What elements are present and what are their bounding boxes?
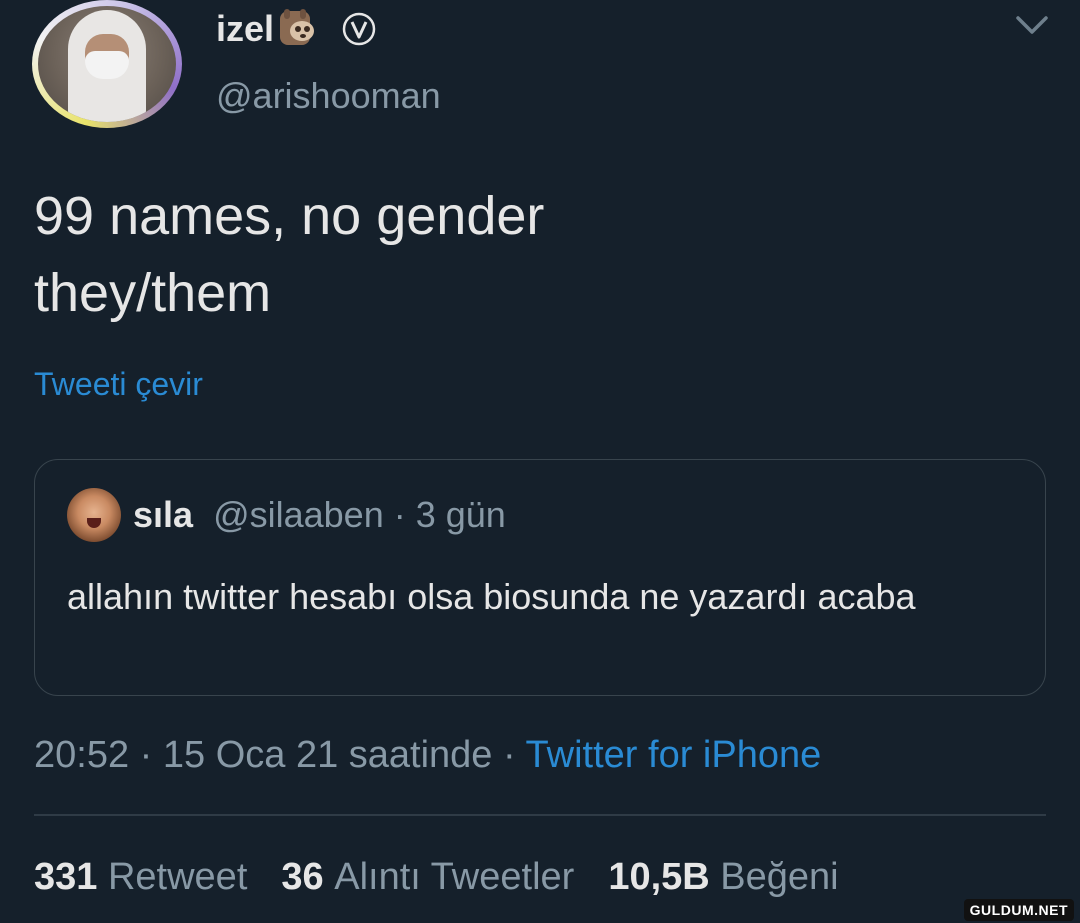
avatar-mask [85, 51, 129, 79]
author-display-name: izel [216, 8, 275, 49]
quote-avatar [67, 488, 121, 542]
quote-tweets-label: Alıntı Tweetler [334, 856, 575, 898]
tweet-line: 99 names, no gender [34, 186, 545, 246]
likes-count: 10,5B [608, 856, 710, 898]
translate-tweet-link[interactable]: Tweeti çevir [34, 366, 203, 403]
retweet-stat[interactable]: 331 Retweet [34, 856, 247, 899]
chevron-down-icon[interactable] [1014, 10, 1050, 40]
tweet-time: 20:52 [34, 734, 130, 776]
tweet-text: 99 names, no gender they/them [34, 178, 544, 332]
author-name-row[interactable]: izel [216, 8, 376, 50]
divider [34, 814, 1046, 816]
likes-stat[interactable]: 10,5B Beğeni [608, 856, 838, 899]
author-handle[interactable]: @arishooman [216, 75, 441, 117]
timestamp-separator: · [129, 734, 163, 776]
likes-label: Beğeni [720, 856, 839, 898]
site-watermark: GULDUM.NET [963, 899, 1074, 921]
tweet-date: 15 Oca 21 saatinde [162, 734, 493, 776]
engagement-stats: 331 Retweet 36 Alıntı Tweetler 10,5B Beğ… [34, 856, 839, 899]
quote-author-handle: @silaaben [213, 494, 384, 535]
quote-text: allahın twitter hesabı olsa biosunda ne … [67, 576, 916, 617]
source-link[interactable]: Twitter for iPhone [526, 734, 822, 776]
tweet-line: they/them [34, 263, 272, 323]
quote-age: 3 gün [415, 494, 506, 535]
retweet-label: Retweet [107, 856, 248, 898]
quote-tweets-count: 36 [281, 856, 324, 898]
tweet-timestamp: 20:52 · 15 Oca 21 saatinde · Twitter for… [34, 734, 821, 777]
quote-header: sıla @silaaben · 3 gün [133, 494, 506, 536]
quote-author-name: sıla [133, 494, 194, 535]
quote-tweets-stat[interactable]: 36 Alıntı Tweetler [281, 856, 574, 899]
quote-separator: · [383, 494, 416, 535]
avatar-photo [38, 6, 176, 122]
verified-icon [342, 12, 376, 46]
source-separator: · [492, 734, 526, 776]
author-avatar[interactable] [32, 0, 182, 128]
quoted-tweet-card[interactable]: sıla @silaaben · 3 gün allahın twitter h… [34, 459, 1046, 696]
sloth-icon [276, 9, 320, 49]
retweet-count: 331 [34, 856, 98, 898]
